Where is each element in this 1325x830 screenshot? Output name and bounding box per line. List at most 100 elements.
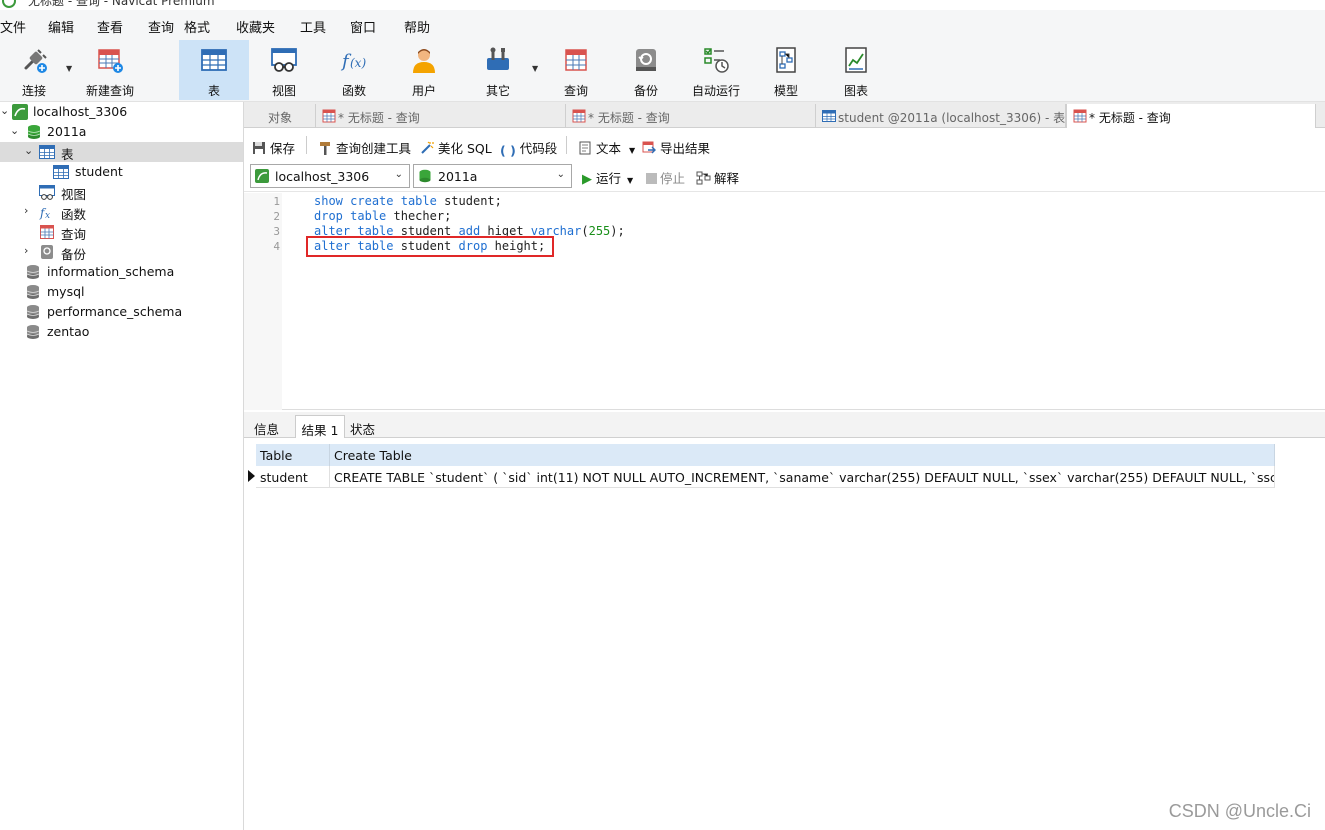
tree-connection-localhost[interactable]: ⌄ localhost_3306 (0, 102, 243, 122)
model-button[interactable]: 模型 (754, 40, 818, 100)
explain-button[interactable]: 解释 (696, 168, 739, 187)
connect-button[interactable]: 连接 (4, 40, 64, 100)
tab-label: * 无标题 - 查询 (1089, 111, 1171, 125)
table-button[interactable]: 表 (179, 40, 249, 100)
other-dropdown-icon[interactable]: ▼ (530, 40, 540, 100)
sql-keyword: create (350, 194, 394, 208)
cell-create-table[interactable]: CREATE TABLE `student` ( `sid` int(11) N… (330, 466, 1275, 488)
menu-help[interactable]: 帮助 (404, 17, 430, 36)
other-button[interactable]: 其它 (466, 40, 530, 100)
new-query-button[interactable]: 新建查询 (80, 40, 140, 100)
editor-tab-strip: 对象 * 无标题 - 查询 * 无标题 - 查询 student @2011a … (244, 102, 1325, 128)
tree-database-zentao[interactable]: zentao (0, 322, 243, 342)
automation-button[interactable]: 自动运行 (684, 40, 748, 100)
tab-student-table[interactable]: student @2011a (localhost_3306) - 表 (816, 104, 1066, 128)
run-button[interactable]: ▶ 运行 ▼ (582, 168, 633, 187)
code-snippet-button[interactable]: ( ) 代码段 (500, 138, 557, 158)
chart-button[interactable]: 图表 (824, 40, 888, 100)
backup-label: 备份 (633, 84, 658, 98)
tab-untitled-query-2[interactable]: * 无标题 - 查询 (566, 104, 816, 128)
chevron-down-icon[interactable]: ⌄ (557, 169, 565, 180)
sql-number: 255 (588, 224, 611, 238)
collapse-arrow-icon[interactable]: ⌄ (0, 104, 9, 117)
tree-functions[interactable]: › f x 函数 (0, 202, 243, 222)
table-icon (201, 49, 227, 71)
tab-status[interactable]: 状态 (350, 415, 390, 438)
tree-backups[interactable]: › 备份 (0, 242, 243, 262)
line-number: 3 (273, 225, 280, 238)
tree-database-information-schema[interactable]: information_schema (0, 262, 243, 282)
menu-format[interactable]: 格式 (184, 17, 210, 36)
connection-select[interactable]: localhost_3306 ⌄ (250, 164, 410, 188)
tree-views[interactable]: 视图 (0, 182, 243, 202)
backup-button[interactable]: 备份 (614, 40, 678, 100)
menu-query[interactable]: 查询 (148, 17, 174, 36)
expand-arrow-icon[interactable]: › (24, 204, 28, 217)
line-number: 2 (273, 210, 280, 223)
user-button[interactable]: 用户 (392, 40, 456, 100)
table-icon (39, 145, 55, 159)
cell-table[interactable]: student (256, 466, 330, 488)
collapse-arrow-icon[interactable]: ⌄ (24, 144, 33, 157)
plug-icon (24, 49, 47, 73)
query-builder-button[interactable]: 查询创建工具 (318, 138, 411, 157)
connection-toolbar: localhost_3306 ⌄ 2011a ⌄ ▶ 运行 ▼ 停止 解释 (244, 160, 1325, 192)
tree-queries[interactable]: 查询 (0, 222, 243, 242)
main-toolbar: 连接 ▼ 新建查询 表 视图 f (x) 函数 用户 其它 ▼ 查询 备份 自动… (0, 38, 1325, 102)
connect-dropdown-icon[interactable]: ▼ (64, 40, 74, 100)
sql-keyword: show (314, 194, 343, 208)
save-button[interactable]: 保存 (252, 138, 295, 157)
tree-database-2011a[interactable]: ⌄ 2011a (0, 122, 243, 142)
menu-file[interactable]: 文件 (0, 17, 26, 36)
chevron-down-icon[interactable]: ▼ (629, 146, 635, 155)
table-icon (53, 165, 69, 179)
hammer-icon (320, 142, 330, 155)
stop-button[interactable]: 停止 (646, 168, 685, 187)
automation-icon (704, 48, 729, 73)
tab-objects[interactable]: 对象 (244, 104, 316, 128)
code-line-2[interactable]: drop table thecher; (314, 209, 451, 223)
tab-untitled-query-active[interactable]: * 无标题 - 查询 (1066, 104, 1316, 128)
tab-info[interactable]: 信息 (254, 415, 294, 438)
tree-table-student[interactable]: student (0, 162, 243, 182)
menu-window[interactable]: 窗口 (350, 17, 376, 36)
collapse-arrow-icon[interactable]: ⌄ (10, 124, 19, 137)
expand-arrow-icon[interactable]: › (24, 244, 28, 257)
beautify-sql-button[interactable]: 美化 SQL (420, 138, 492, 157)
view-button[interactable]: 视图 (252, 40, 316, 100)
code-line-1[interactable]: show create table student; (314, 194, 502, 208)
export-results-label: 导出结果 (660, 141, 711, 156)
svg-text:x: x (45, 211, 50, 220)
tree-tables[interactable]: ⌄ 表 (0, 142, 243, 162)
sql-editor[interactable]: 1 2 3 4 show create table student; drop … (244, 193, 1325, 410)
menu-edit[interactable]: 编辑 (48, 17, 74, 36)
column-header-create-table[interactable]: Create Table (330, 444, 1275, 466)
database-select[interactable]: 2011a ⌄ (413, 164, 572, 188)
play-icon: ▶ (582, 172, 592, 187)
menu-tools[interactable]: 工具 (300, 17, 326, 36)
tree-database-mysql[interactable]: mysql (0, 282, 243, 302)
tab-result-1[interactable]: 结果 1 (295, 415, 345, 438)
table-label: 表 (207, 84, 220, 98)
column-header-table[interactable]: Table (256, 444, 330, 466)
tree-label: 表 (61, 147, 74, 162)
chevron-down-icon[interactable]: ⌄ (395, 169, 403, 180)
svg-text:(x): (x) (350, 56, 366, 70)
tab-untitled-query-1[interactable]: * 无标题 - 查询 (316, 104, 566, 128)
function-button[interactable]: f (x) 函数 (322, 40, 386, 100)
menu-favorites[interactable]: 收藏夹 (236, 17, 275, 36)
explain-icon (696, 171, 711, 185)
document-icon (579, 141, 591, 155)
tree-database-performance-schema[interactable]: performance_schema (0, 302, 243, 322)
model-icon (776, 47, 796, 73)
model-label: 模型 (773, 84, 798, 98)
chevron-down-icon[interactable]: ▼ (627, 176, 633, 185)
menu-view[interactable]: 查看 (97, 17, 123, 36)
text-mode-button[interactable]: 文本 ▼ (578, 138, 635, 157)
function-icon: f (x) (340, 51, 366, 72)
query-label: 查询 (563, 84, 588, 98)
query-icon (565, 49, 587, 71)
query-button[interactable]: 查询 (544, 40, 608, 100)
chart-label: 图表 (843, 84, 868, 98)
export-results-button[interactable]: 导出结果 (642, 138, 710, 157)
